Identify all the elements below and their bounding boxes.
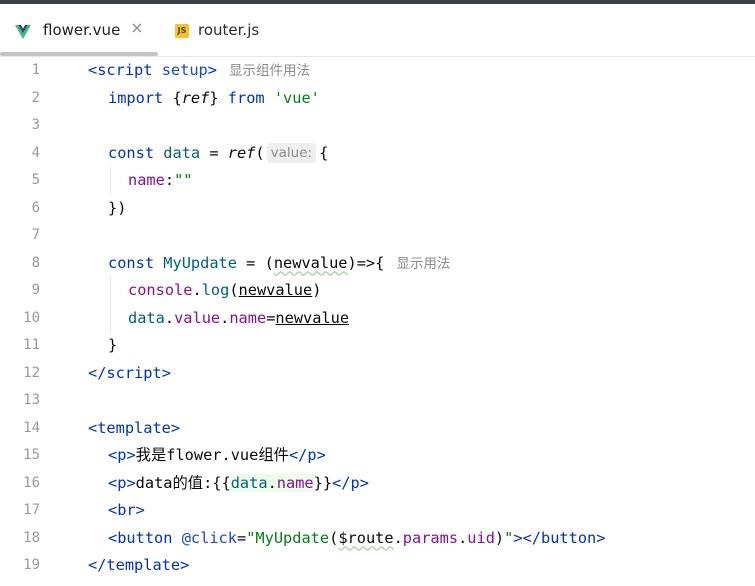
tab-label: flower.vue: [43, 21, 121, 39]
indent-guide: [110, 167, 111, 194]
code-line-1[interactable]: <script setup> 显示组件用法: [88, 57, 310, 85]
code-line-15[interactable]: <p>我是flower.vue组件</p>: [108, 442, 326, 470]
usage-hint[interactable]: 显示用法: [396, 256, 450, 272]
code-line-17[interactable]: <br>: [108, 497, 145, 525]
line-number: 6: [31, 199, 40, 216]
line-number: 3: [31, 117, 40, 133]
code-line-16[interactable]: <p>data的值:{{data.name}}</p>: [108, 470, 369, 498]
code-line-11[interactable]: }: [108, 332, 117, 360]
line-number: 18: [23, 529, 40, 546]
code-line-14[interactable]: <template>: [88, 415, 180, 443]
line-number: 5: [31, 172, 40, 188]
line-number: 19: [23, 557, 40, 573]
code-line-5[interactable]: name:"": [128, 167, 192, 195]
tab-flower-vue[interactable]: flower.vue ×: [0, 4, 158, 56]
code-line-8[interactable]: const MyUpdate = (newvalue)=>{显示用法: [108, 250, 450, 278]
line-number: 2: [31, 89, 40, 106]
line-number: 17: [23, 502, 40, 518]
code-line-10[interactable]: data.value.name=newvalue: [128, 305, 349, 333]
editor-tab-bar: flower.vue × JS router.js: [0, 4, 755, 57]
line-number: 10: [23, 309, 40, 326]
code-line-2[interactable]: import {ref} from 'vue': [108, 85, 320, 113]
code-line-6[interactable]: }): [108, 195, 126, 223]
vue-icon: [15, 25, 31, 39]
code-editor[interactable]: 1 2 3 4 5 6 7 8 9 10 11 12 13 14 15 16 1…: [0, 57, 755, 586]
line-number: 15: [23, 447, 40, 463]
line-number: 11: [23, 337, 40, 353]
code-line-19[interactable]: </template>: [88, 552, 189, 580]
close-icon[interactable]: ×: [130, 20, 144, 36]
line-number: 16: [23, 474, 40, 491]
tab-router-js[interactable]: JS router.js: [158, 4, 278, 56]
line-number-gutter: 1 2 3 4 5 6 7 8 9 10 11 12 13 14 15 16 1…: [0, 57, 60, 586]
line-number: 7: [31, 227, 40, 243]
usage-hint[interactable]: 显示组件用法: [229, 63, 310, 79]
js-icon: JS: [175, 24, 189, 38]
line-number: 12: [23, 364, 40, 381]
line-number: 8: [31, 254, 40, 271]
line-number: 14: [23, 419, 40, 436]
line-number: 1: [31, 62, 40, 78]
line-number: 4: [31, 144, 40, 161]
code-line-4[interactable]: const data = ref(value:{: [108, 140, 328, 168]
indent-guide: [110, 277, 111, 332]
line-number: 13: [23, 392, 40, 408]
parameter-hint: value:: [266, 142, 317, 163]
active-tab-indicator: [0, 52, 158, 56]
code-line-18[interactable]: <button @click="MyUpdate($route.params.u…: [108, 525, 605, 553]
tab-label: router.js: [198, 21, 260, 39]
code-line-9[interactable]: console.log(newvalue): [128, 277, 321, 305]
code-line-12[interactable]: </script>: [88, 360, 171, 388]
line-number: 9: [31, 282, 40, 298]
